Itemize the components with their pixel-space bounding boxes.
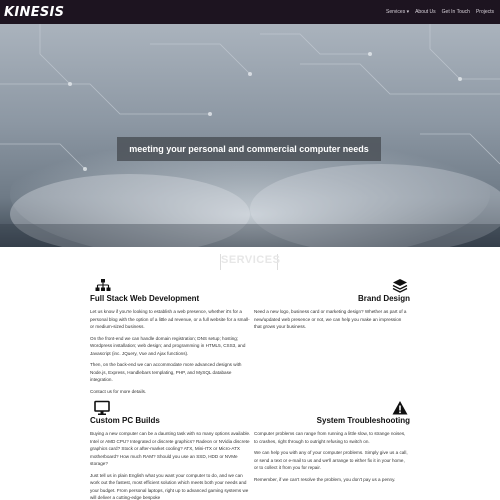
hero-circuit-background bbox=[0, 24, 500, 247]
service-paragraph: Computer problems can range from running… bbox=[254, 431, 406, 444]
brand-logo[interactable]: KINESIS bbox=[4, 5, 64, 20]
nav-link-projects[interactable]: Projects bbox=[476, 9, 494, 15]
navbar: KINESIS Services ▾ About Us Get In Touch… bbox=[0, 0, 500, 24]
service-paragraph: Remember, if we can't resolve the proble… bbox=[254, 476, 396, 482]
service-paragraph: Just tell us in plain English what you w… bbox=[90, 472, 249, 500]
service-heading: Custom PC Builds bbox=[90, 416, 160, 425]
service-web-development: Full Stack Web Development Let us know i… bbox=[90, 278, 252, 399]
service-heading: Full Stack Web Development bbox=[90, 294, 200, 303]
hero-banner: meeting your personal and commercial com… bbox=[0, 24, 500, 247]
nav-link-services[interactable]: Services ▾ bbox=[386, 9, 409, 15]
nav-links: Services ▾ About Us Get In Touch Project… bbox=[386, 9, 494, 15]
service-heading: Brand Design bbox=[357, 294, 410, 303]
service-paragraph: Let us know if you're looking to establi… bbox=[90, 309, 250, 329]
service-troubleshooting: System Troubleshooting Computer problems… bbox=[254, 400, 410, 487]
warning-icon bbox=[392, 401, 408, 415]
nav-link-about[interactable]: About Us bbox=[415, 9, 436, 15]
service-paragraph: Buying a new computer can be a daunting … bbox=[90, 431, 251, 466]
service-custom-pc: Custom PC Builds Buying a new computer c… bbox=[90, 400, 252, 500]
service-heading: System Troubleshooting bbox=[316, 416, 410, 425]
service-brand-design: Brand Design Need a new logo, business c… bbox=[254, 278, 410, 335]
service-paragraph: Contact us for more details. bbox=[90, 388, 147, 394]
nav-link-contact[interactable]: Get In Touch bbox=[442, 9, 470, 15]
service-paragraph: Then, on the back-end we can accommodate… bbox=[90, 362, 242, 382]
monitor-icon bbox=[94, 400, 110, 415]
services-title: SERVICES bbox=[220, 254, 280, 270]
sitemap-icon bbox=[95, 279, 111, 291]
service-paragraph: Need a new logo, business card or market… bbox=[254, 309, 407, 329]
service-paragraph: We can help you with any of your compute… bbox=[254, 450, 408, 470]
layers-icon bbox=[392, 279, 408, 293]
hero-caption: meeting your personal and commercial com… bbox=[117, 137, 381, 161]
service-paragraph: On the front-end we can handle domain re… bbox=[90, 335, 246, 356]
